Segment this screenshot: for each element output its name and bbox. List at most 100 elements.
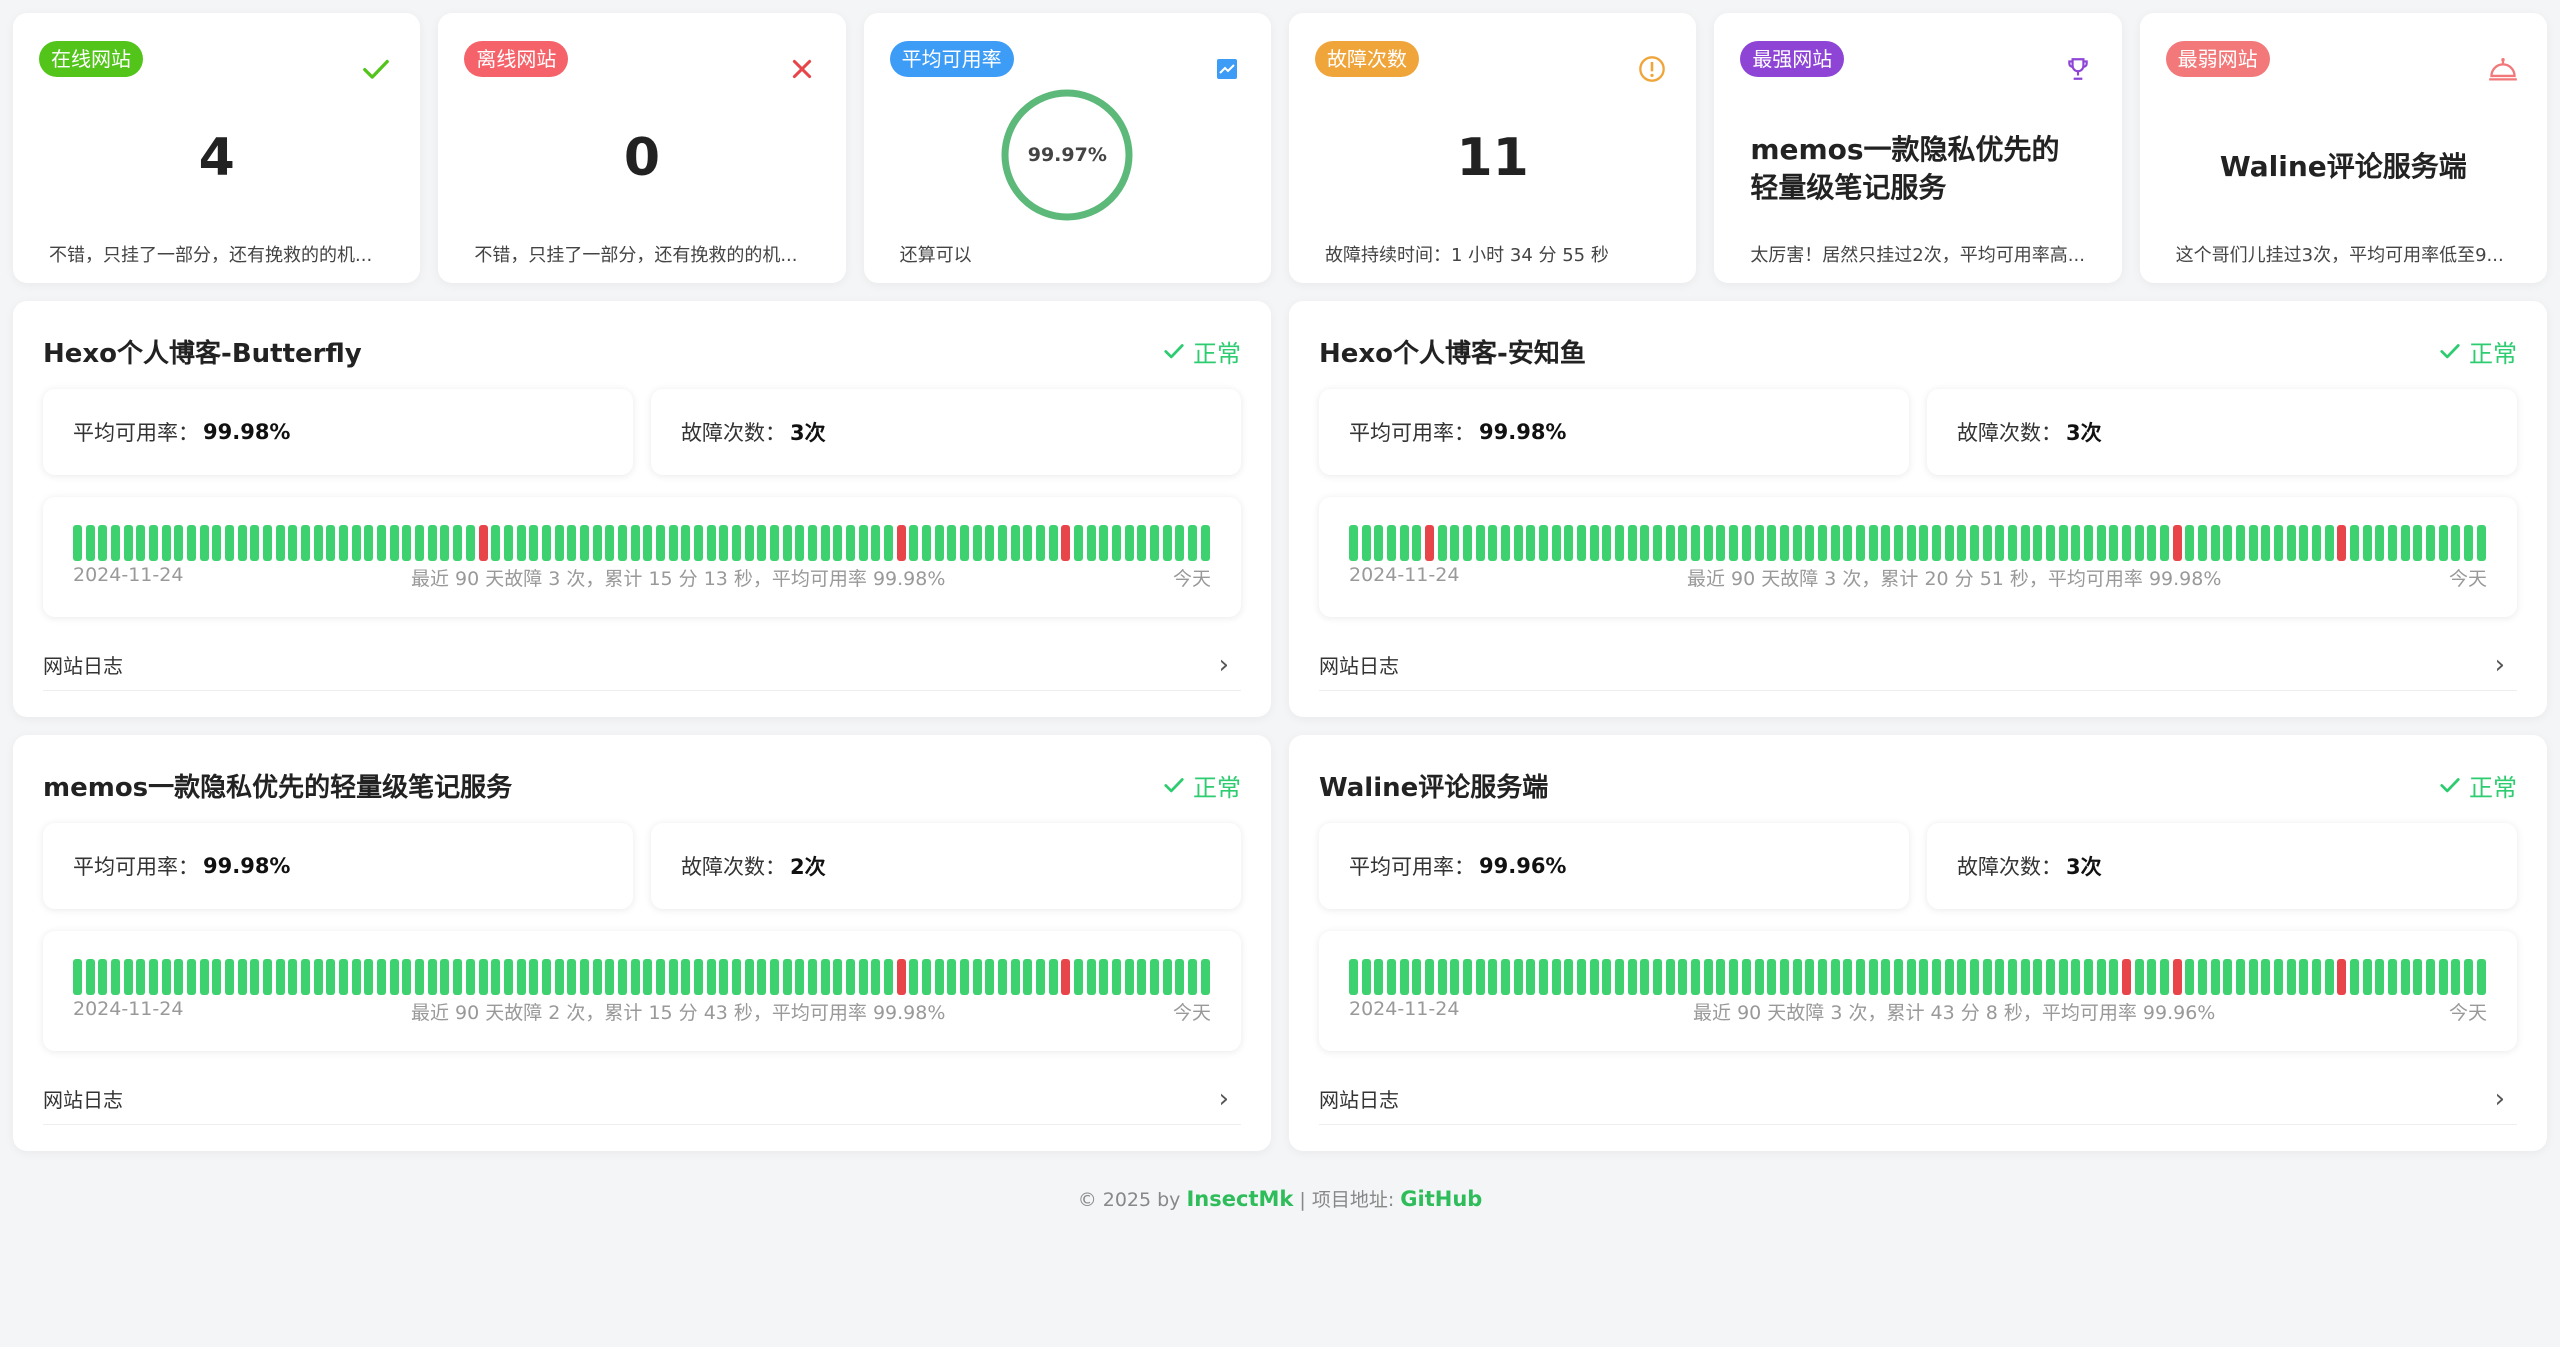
uptime-bar-up[interactable] — [693, 525, 703, 561]
uptime-bar-down[interactable] — [478, 525, 488, 561]
uptime-bar-up[interactable] — [2109, 959, 2119, 995]
uptime-bar-up[interactable] — [1349, 959, 1358, 995]
uptime-bar-up[interactable] — [567, 959, 577, 995]
uptime-bar-up[interactable] — [1665, 959, 1675, 995]
uptime-bar-down[interactable] — [896, 959, 906, 995]
uptime-bar-up[interactable] — [884, 959, 893, 995]
uptime-bar-up[interactable] — [2045, 525, 2055, 561]
uptime-bar-up[interactable] — [1703, 959, 1713, 995]
uptime-bar-up[interactable] — [1944, 525, 1954, 561]
uptime-bar-up[interactable] — [1200, 959, 1210, 995]
uptime-bar-up[interactable] — [2324, 525, 2334, 561]
uptime-bar-up[interactable] — [605, 525, 615, 561]
uptime-bar-up[interactable] — [275, 525, 285, 561]
uptime-bar-up[interactable] — [2210, 525, 2220, 561]
uptime-bar-up[interactable] — [1931, 959, 1941, 995]
uptime-bar-up[interactable] — [237, 959, 247, 995]
uptime-bar-up[interactable] — [1048, 959, 1058, 995]
uptime-bar-down[interactable] — [2172, 959, 2182, 995]
uptime-bar-up[interactable] — [2071, 525, 2081, 561]
uptime-bar-up[interactable] — [1086, 525, 1096, 561]
uptime-bar-up[interactable] — [922, 525, 932, 561]
uptime-bar-up[interactable] — [351, 525, 361, 561]
uptime-bar-up[interactable] — [1188, 959, 1198, 995]
uptime-bar-up[interactable] — [630, 959, 640, 995]
uptime-bar-down[interactable] — [2172, 525, 2182, 561]
uptime-bar-up[interactable] — [491, 959, 501, 995]
uptime-bar-up[interactable] — [1450, 959, 1460, 995]
uptime-bar-up[interactable] — [1944, 959, 1954, 995]
uptime-bar-up[interactable] — [212, 959, 222, 995]
uptime-bar-up[interactable] — [617, 525, 627, 561]
uptime-bar-up[interactable] — [744, 959, 754, 995]
uptime-bar-up[interactable] — [1792, 959, 1802, 995]
uptime-bar-up[interactable] — [998, 959, 1008, 995]
uptime-bar-up[interactable] — [1412, 525, 1422, 561]
uptime-bar-up[interactable] — [149, 959, 159, 995]
uptime-bar-up[interactable] — [453, 959, 463, 995]
uptime-bar-up[interactable] — [1627, 525, 1637, 561]
uptime-bar-up[interactable] — [1678, 959, 1688, 995]
uptime-bar-up[interactable] — [1074, 959, 1084, 995]
uptime-bar-up[interactable] — [2362, 525, 2372, 561]
uptime-bar-up[interactable] — [782, 525, 792, 561]
uptime-bar-up[interactable] — [275, 959, 285, 995]
uptime-bar-up[interactable] — [693, 959, 703, 995]
uptime-bar-up[interactable] — [1150, 959, 1160, 995]
uptime-bar-up[interactable] — [1564, 959, 1574, 995]
uptime-bar-up[interactable] — [871, 525, 881, 561]
uptime-bar-up[interactable] — [681, 525, 691, 561]
uptime-bar-up[interactable] — [1577, 959, 1587, 995]
uptime-bar-up[interactable] — [731, 959, 741, 995]
uptime-bar-up[interactable] — [1589, 959, 1599, 995]
uptime-bar-up[interactable] — [1716, 959, 1726, 995]
uptime-bar-up[interactable] — [1779, 959, 1789, 995]
uptime-bar-up[interactable] — [199, 959, 209, 995]
uptime-bar-up[interactable] — [1767, 959, 1777, 995]
uptime-bar-up[interactable] — [845, 525, 855, 561]
uptime-bar-up[interactable] — [339, 959, 349, 995]
uptime-bar-up[interactable] — [1792, 525, 1802, 561]
uptime-bar-up[interactable] — [1817, 525, 1827, 561]
uptime-bar-up[interactable] — [2147, 959, 2157, 995]
uptime-bar-up[interactable] — [541, 525, 551, 561]
uptime-bar-up[interactable] — [1957, 959, 1967, 995]
uptime-bar-up[interactable] — [731, 525, 741, 561]
uptime-bar-up[interactable] — [2033, 525, 2043, 561]
uptime-bar-up[interactable] — [1539, 525, 1549, 561]
uptime-bar-up[interactable] — [2020, 959, 2030, 995]
uptime-bar-up[interactable] — [1023, 525, 1033, 561]
author-link[interactable]: InsectMk — [1186, 1187, 1293, 1211]
uptime-bar-up[interactable] — [2286, 525, 2296, 561]
github-link[interactable]: GitHub — [1400, 1187, 1482, 1211]
uptime-bar-up[interactable] — [503, 525, 513, 561]
uptime-bar-up[interactable] — [947, 525, 957, 561]
uptime-bar-up[interactable] — [541, 959, 551, 995]
uptime-bar-up[interactable] — [1615, 959, 1625, 995]
uptime-bar-up[interactable] — [2464, 525, 2474, 561]
uptime-bar-up[interactable] — [326, 525, 336, 561]
uptime-bar-up[interactable] — [136, 959, 146, 995]
uptime-bar-up[interactable] — [2096, 959, 2106, 995]
uptime-bar-up[interactable] — [174, 525, 184, 561]
uptime-bar-up[interactable] — [1906, 525, 1916, 561]
uptime-bar-up[interactable] — [1906, 959, 1916, 995]
uptime-bar-up[interactable] — [2299, 525, 2309, 561]
uptime-bar-up[interactable] — [2033, 959, 2043, 995]
uptime-bar-up[interactable] — [1349, 525, 1358, 561]
uptime-bar-up[interactable] — [149, 525, 159, 561]
uptime-bar-up[interactable] — [2400, 525, 2410, 561]
uptime-bar-up[interactable] — [529, 525, 539, 561]
uptime-bar-up[interactable] — [1982, 525, 1992, 561]
uptime-bar-up[interactable] — [1551, 525, 1561, 561]
uptime-bar-up[interactable] — [250, 525, 260, 561]
uptime-bar-up[interactable] — [161, 525, 171, 561]
uptime-bar-up[interactable] — [2413, 525, 2423, 561]
uptime-bar-up[interactable] — [2362, 959, 2372, 995]
uptime-bar-up[interactable] — [985, 525, 995, 561]
uptime-bar-up[interactable] — [2248, 959, 2258, 995]
uptime-bar-up[interactable] — [2185, 959, 2195, 995]
uptime-bar-down[interactable] — [2337, 959, 2347, 995]
uptime-bar-up[interactable] — [1150, 525, 1160, 561]
uptime-bar-up[interactable] — [1162, 959, 1172, 995]
